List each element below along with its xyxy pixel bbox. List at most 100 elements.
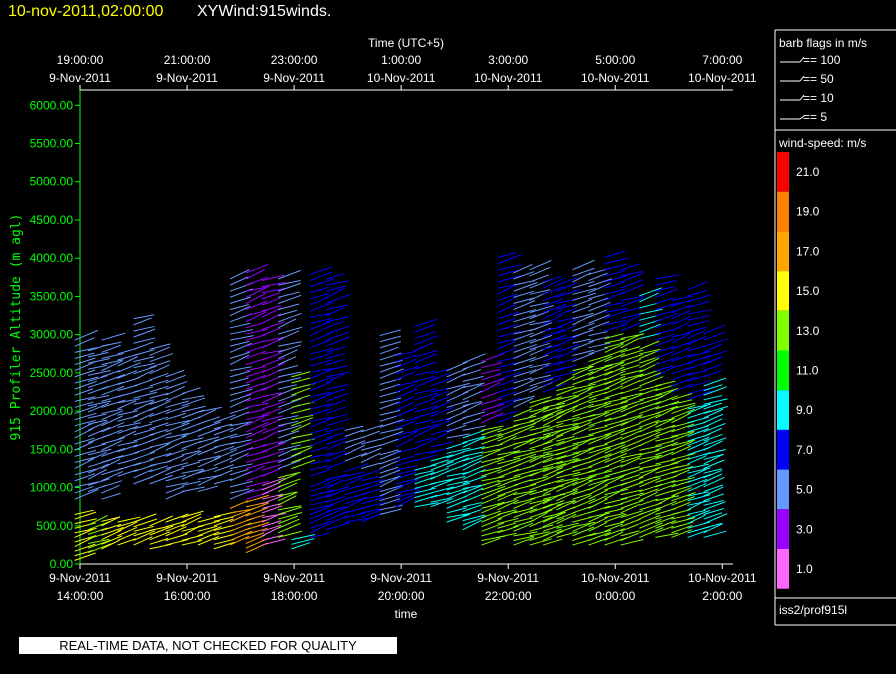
wind-barb: [462, 475, 487, 485]
wind-barb: [572, 267, 595, 277]
wind-barb: [149, 452, 172, 460]
wind-barb: [277, 478, 301, 488]
wind-barb: [261, 327, 281, 337]
wind-barb: [703, 449, 726, 456]
wind-barb: [462, 465, 484, 476]
wind-barb: [326, 365, 348, 372]
wind-barb: [462, 417, 481, 425]
wind-barb: [703, 413, 724, 424]
wind-barb: [703, 522, 723, 529]
wind-barb: [620, 435, 640, 445]
speed-legend-swatch: [777, 310, 789, 351]
wind-barb: [133, 317, 152, 326]
wind-barb: [481, 368, 501, 375]
wind-barb: [229, 421, 253, 427]
wind-barb: [379, 438, 399, 447]
wind-barb: [149, 429, 168, 436]
wind-barb: [326, 273, 345, 280]
wind-barb: [326, 304, 349, 311]
wind-barb: [655, 302, 680, 311]
wind-barb: [529, 334, 553, 344]
plot-frame: [79, 89, 733, 565]
wind-barb: [588, 433, 612, 441]
speed-legend-swatch: [777, 390, 789, 430]
speed-legend-swatch: [777, 469, 789, 510]
wind-barb: [245, 444, 267, 451]
top-tick-date: 10-Nov-2011: [474, 71, 543, 85]
wind-barb: [414, 350, 438, 358]
wind-barb: [604, 503, 624, 509]
wind-barb: [588, 278, 613, 288]
wind-barb: [446, 424, 467, 433]
wind-barb: [497, 415, 516, 424]
wind-barb: [497, 251, 517, 259]
wind-barb: [197, 466, 218, 474]
wind-barb: [497, 468, 520, 479]
wind-barb: [261, 297, 282, 306]
x-tick-time: 18:00:00: [271, 589, 318, 603]
wind-barb: [229, 354, 250, 366]
wind-barb: [165, 455, 185, 463]
wind-barb: [261, 321, 285, 330]
wind-barb: [481, 398, 502, 405]
wind-barb: [245, 450, 268, 457]
wind-barb: [395, 465, 418, 471]
wind-barb: [165, 474, 187, 482]
wind-barb: [655, 495, 680, 502]
top-tick-time: 1:00:00: [381, 53, 421, 67]
speed-legend-label: 21.0: [796, 165, 820, 179]
wind-barb: [572, 298, 592, 308]
wind-barb: [87, 463, 109, 474]
wind-barb: [101, 447, 126, 457]
wind-barb: [277, 365, 298, 372]
wind-barb: [277, 515, 298, 525]
wind-barb: [481, 476, 505, 482]
wind-barb: [497, 254, 522, 265]
wind-barb: [74, 428, 94, 439]
wind-barb: [344, 425, 364, 431]
wind-barb: [462, 411, 486, 419]
wind-barb: [379, 383, 400, 392]
wind-barb: [604, 257, 629, 265]
wind-barb: [671, 399, 693, 405]
speed-legend-label: 19.0: [796, 205, 820, 219]
wind-barb: [277, 269, 301, 280]
y-tick-label: 6000.00: [30, 98, 74, 112]
wind-barb: [326, 371, 351, 378]
x-axis-top: 19:00:00 9-Nov-2011 21:00:00 9-Nov-2011 23:0…: [49, 53, 757, 90]
wind-barb: [481, 529, 504, 537]
wind-barb: [446, 382, 470, 390]
wind-barb: [588, 402, 612, 413]
wind-barb: [572, 457, 591, 463]
x-tick-date: 9-Nov-2011: [477, 571, 539, 585]
wind-barb: [671, 361, 694, 369]
wind-profile-column: [703, 324, 728, 538]
wind-barb: [245, 276, 269, 286]
wind-barb: [497, 317, 516, 326]
wind-barb: [620, 476, 644, 486]
wind-barb: [133, 412, 155, 424]
wind-barb: [74, 361, 96, 372]
wind-barb: [245, 286, 270, 292]
wind-barb: [604, 250, 626, 259]
wind-barb: [497, 532, 517, 538]
wind-barb: [133, 459, 154, 467]
wind-barb: [655, 297, 675, 304]
wind-barb: [379, 335, 402, 343]
wind-barb: [117, 444, 139, 453]
wind-profile-column: [149, 343, 174, 550]
wind-barb: [556, 364, 577, 372]
wind-barb: [149, 353, 174, 363]
wind-profile-column: [87, 343, 112, 554]
wind-barb: [181, 461, 200, 468]
wind-barb: [326, 287, 345, 298]
wind-barb: [639, 514, 661, 525]
wind-barb: [462, 382, 485, 389]
wind-profile-column: [430, 368, 455, 508]
wind-barb: [620, 270, 644, 277]
wind-barb: [655, 351, 675, 359]
wind-barb: [245, 402, 269, 408]
wind-barb: [687, 290, 708, 297]
wind-barb: [101, 399, 126, 408]
speed-legend-swatch: [777, 549, 789, 589]
